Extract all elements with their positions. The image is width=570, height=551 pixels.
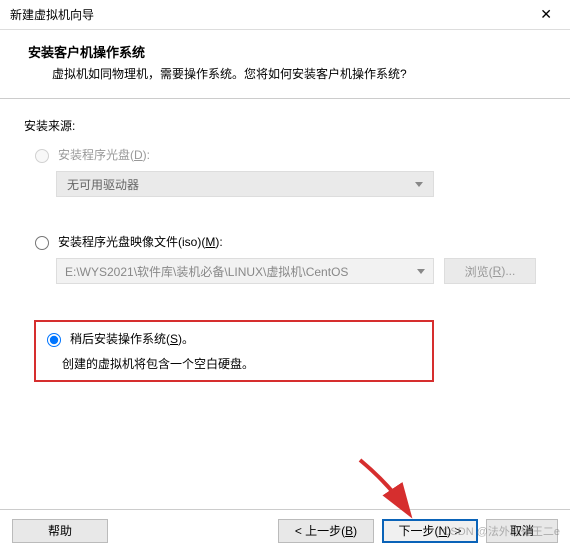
radio-iso-file-input[interactable] xyxy=(35,236,49,250)
radio-installer-disc[interactable]: 安装程序光盘(D): xyxy=(30,146,546,163)
wizard-header: 安装客户机操作系统 虚拟机如同物理机，需要操作系统。您将如何安装客户机操作系统? xyxy=(0,30,570,99)
radio-installer-disc-label: 安装程序光盘(D): xyxy=(58,146,150,163)
highlight-box: 稍后安装操作系统(S)。 创建的虚拟机将包含一个空白硬盘。 xyxy=(34,320,434,382)
drive-select[interactable]: 无可用驱动器 xyxy=(56,171,434,197)
radio-iso-file[interactable]: 安装程序光盘映像文件(iso)(M): xyxy=(30,233,546,250)
radio-install-later-label: 稍后安装操作系统(S)。 xyxy=(70,330,194,347)
page-subtitle: 虚拟机如同物理机，需要操作系统。您将如何安装客户机操作系统? xyxy=(28,65,542,82)
wizard-footer: 帮助 < 上一步(B) 下一步(N) > 取消 xyxy=(0,509,570,551)
window-title: 新建虚拟机向导 xyxy=(10,6,532,23)
help-button[interactable]: 帮助 xyxy=(12,519,108,543)
next-button[interactable]: 下一步(N) > xyxy=(382,519,478,543)
cancel-button[interactable]: 取消 xyxy=(486,519,558,543)
radio-install-later[interactable]: 稍后安装操作系统(S)。 xyxy=(42,330,422,347)
radio-installer-disc-input[interactable] xyxy=(35,149,49,163)
wizard-content: 安装来源: 安装程序光盘(D): 无可用驱动器 安装程序光盘映像文件(iso)(… xyxy=(0,99,570,382)
option-installer-disc: 安装程序光盘(D): 无可用驱动器 xyxy=(30,146,546,197)
radio-iso-file-label: 安装程序光盘映像文件(iso)(M): xyxy=(58,233,223,250)
page-title: 安装客户机操作系统 xyxy=(28,42,542,61)
iso-path-value: E:\WYS2021\软件库\装机必备\LINUX\虚拟机\CentOS xyxy=(65,263,348,280)
install-source-label: 安装来源: xyxy=(24,117,546,134)
close-icon[interactable]: ✕ xyxy=(532,2,560,27)
option-install-later: 稍后安装操作系统(S)。 创建的虚拟机将包含一个空白硬盘。 xyxy=(30,320,546,382)
option-iso-file: 安装程序光盘映像文件(iso)(M): E:\WYS2021\软件库\装机必备\… xyxy=(30,233,546,284)
radio-install-later-input[interactable] xyxy=(47,333,61,347)
drive-select-value: 无可用驱动器 xyxy=(67,176,139,193)
install-later-hint: 创建的虚拟机将包含一个空白硬盘。 xyxy=(62,355,422,372)
titlebar: 新建虚拟机向导 ✕ xyxy=(0,0,570,30)
back-button[interactable]: < 上一步(B) xyxy=(278,519,374,543)
browse-button[interactable]: 浏览(R)... xyxy=(444,258,536,284)
iso-path-combobox[interactable]: E:\WYS2021\软件库\装机必备\LINUX\虚拟机\CentOS xyxy=(56,258,434,284)
